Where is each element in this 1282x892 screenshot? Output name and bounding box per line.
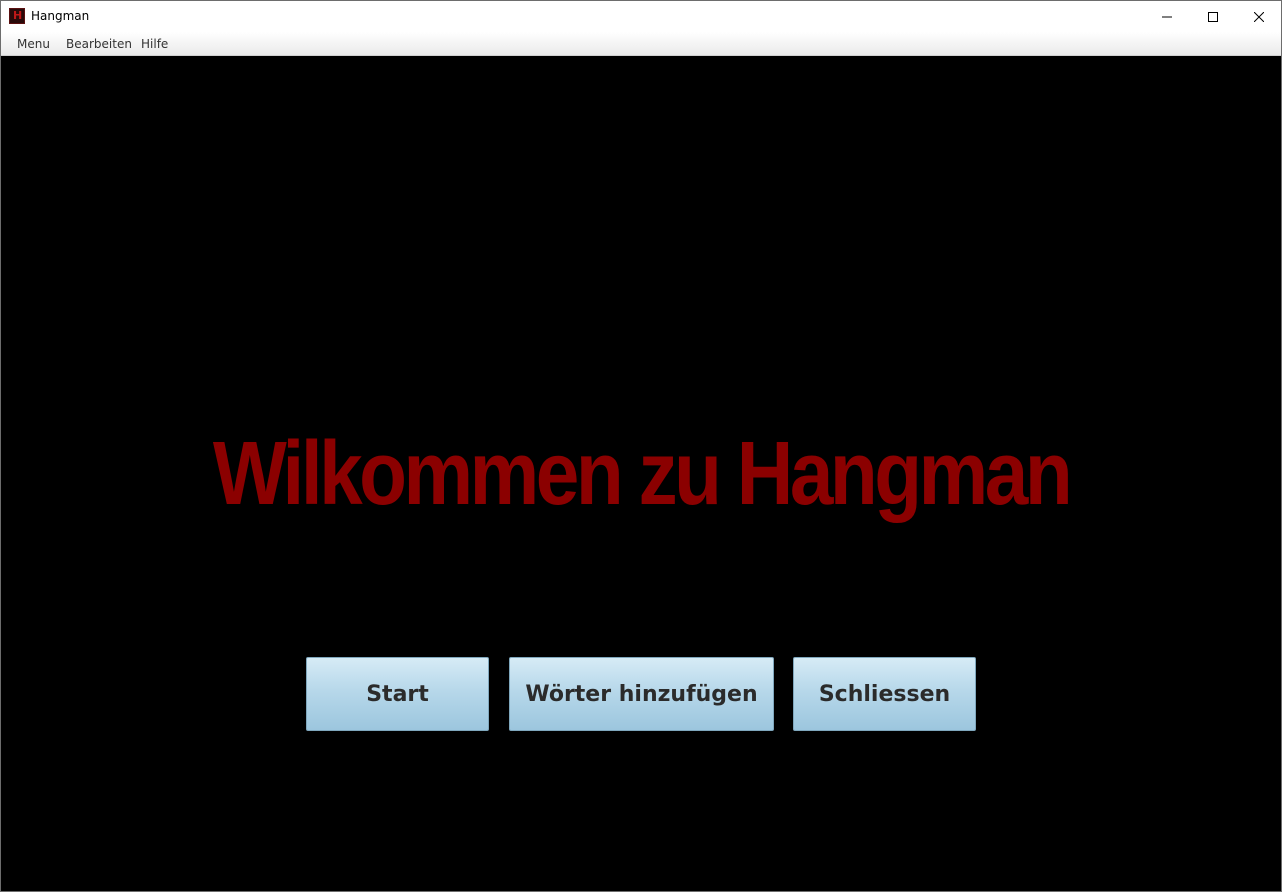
menu-item-bearbeiten[interactable]: Bearbeiten	[66, 37, 132, 51]
welcome-headline: Wilkommen zu Hangman	[212, 424, 1073, 524]
app-window: H Hangman Menu Bearbeiten Hilfe Wilkomme…	[0, 0, 1282, 892]
start-button[interactable]: Start	[306, 657, 489, 731]
hangman-app-icon: H	[9, 8, 25, 24]
close-button[interactable]	[1236, 1, 1281, 32]
maximize-icon	[1208, 11, 1218, 22]
close-icon	[1254, 11, 1264, 22]
minimize-icon	[1162, 16, 1172, 17]
minimize-button[interactable]	[1144, 1, 1190, 32]
menu-item-hilfe[interactable]: Hilfe	[141, 37, 168, 51]
close-app-button[interactable]: Schliessen	[793, 657, 976, 731]
menu-item-menu[interactable]: Menu	[17, 37, 50, 51]
main-content: Wilkommen zu Hangman Start Wörter hinzuf…	[1, 56, 1281, 891]
window-title: Hangman	[31, 9, 90, 23]
maximize-button[interactable]	[1190, 1, 1236, 32]
menu-bar: Menu Bearbeiten Hilfe	[1, 32, 1281, 56]
app-icon-letter: H	[13, 9, 23, 22]
add-words-button[interactable]: Wörter hinzufügen	[509, 657, 774, 731]
title-bar[interactable]: H Hangman	[1, 1, 1281, 32]
